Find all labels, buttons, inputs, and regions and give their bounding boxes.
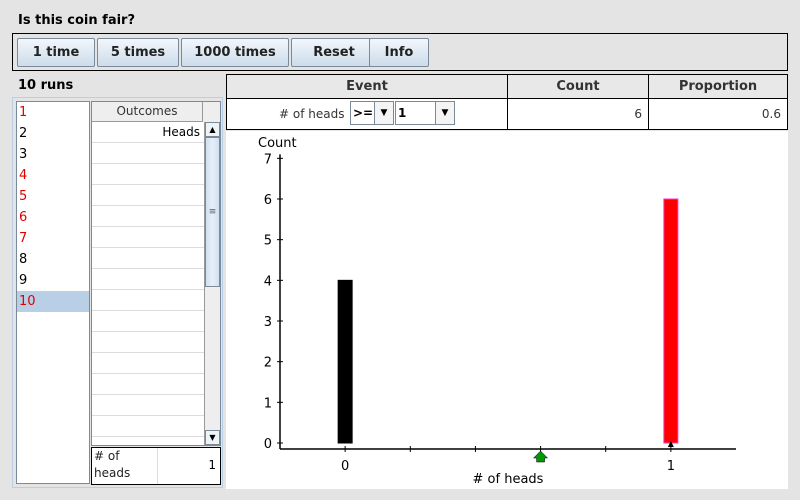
toolbar: 1 time 5 times 1000 times Reset Info — [12, 33, 788, 71]
grip-icon: ≡ — [208, 207, 217, 217]
run-item[interactable]: 9 — [17, 270, 89, 291]
arrow-down-icon: ▼ — [209, 433, 216, 442]
outcome-row — [92, 269, 204, 290]
run-item[interactable]: 3 — [17, 144, 89, 165]
run-item[interactable]: 10 — [17, 291, 89, 312]
histogram-bar — [337, 279, 353, 444]
outcome-row — [92, 248, 204, 269]
run-5-times-button[interactable]: 5 times — [97, 38, 179, 67]
operator-value: >= — [353, 106, 374, 120]
summary-value: 1 — [208, 458, 216, 472]
run-1000-times-button[interactable]: 1000 times — [181, 38, 289, 67]
operator-select[interactable]: >= ▼ — [350, 101, 394, 125]
threshold-select[interactable]: 1 ▼ — [395, 101, 455, 125]
runs-count-label: 10 runs — [18, 78, 74, 93]
outcome-row — [92, 332, 204, 353]
run-item[interactable]: 5 — [17, 186, 89, 207]
outcome-row — [92, 290, 204, 311]
x-tick-label: 1 — [667, 459, 675, 474]
proportion-value: 0.6 — [761, 107, 781, 121]
mean-marker-icon — [532, 450, 549, 463]
y-tick-label: 5 — [264, 234, 272, 249]
outcome-row — [92, 206, 204, 227]
chart-svg: Count # of heads 0 1 2 3 4 5 6 7 0 1 — [258, 136, 736, 487]
run-1-time-button[interactable]: 1 time — [17, 38, 95, 67]
outcome-row — [92, 374, 204, 395]
threshold-value: 1 — [398, 106, 407, 120]
outcome-row — [92, 416, 204, 437]
header-corner — [203, 102, 220, 122]
outcome-row — [92, 164, 204, 185]
scrollbar-thumb[interactable]: ≡ — [205, 137, 220, 287]
run-item[interactable]: 4 — [17, 165, 89, 186]
y-tick-label: 3 — [264, 315, 272, 330]
chevron-down-icon[interactable]: ▼ — [374, 102, 393, 124]
outcome-row — [92, 395, 204, 416]
run-item[interactable]: 7 — [17, 228, 89, 249]
reset-button[interactable]: Reset — [291, 38, 377, 67]
outcome-row — [92, 437, 204, 445]
arrow-up-icon: ▲ — [209, 125, 216, 134]
runs-list[interactable]: 1 2 3 4 5 6 7 8 9 10 — [16, 101, 90, 484]
summary-label: # of heads — [94, 448, 158, 484]
outcome-row: Heads — [92, 122, 204, 143]
outcome-row — [92, 353, 204, 374]
histogram-bar — [663, 198, 679, 444]
run-item[interactable]: 2 — [17, 123, 89, 144]
summary-table: # of heads 1 — [91, 447, 221, 485]
y-tick-label: 1 — [264, 396, 272, 411]
scroll-down-button[interactable]: ▼ — [205, 430, 220, 445]
run-item[interactable]: 1 — [17, 102, 89, 123]
outcome-row — [92, 185, 204, 206]
event-label: # of heads — [279, 107, 345, 121]
y-tick-label: 0 — [264, 437, 272, 452]
chevron-down-icon[interactable]: ▼ — [435, 102, 454, 124]
outcomes-scrollbar[interactable]: ▲ ≡ ▼ — [204, 122, 220, 445]
outcomes-header[interactable]: Outcomes — [92, 102, 203, 122]
outcome-row — [92, 311, 204, 332]
window-title: Is this coin fair? — [18, 13, 135, 28]
y-tick-label: 4 — [264, 274, 272, 289]
y-tick-label: 2 — [264, 356, 272, 371]
scroll-up-button[interactable]: ▲ — [205, 122, 220, 137]
runs-panel: 1 2 3 4 5 6 7 8 9 10 Outcomes Heads ▲ ≡ ▼ # of he… — [12, 97, 223, 488]
y-axis-label: Count — [258, 136, 297, 151]
info-button[interactable]: Info — [369, 38, 429, 67]
run-item[interactable]: 6 — [17, 207, 89, 228]
histogram-chart: Count # of heads 0 1 2 3 4 5 6 7 0 1 — [226, 131, 788, 489]
x-tick-label: 0 — [341, 459, 349, 474]
x-axis-label: # of heads — [473, 472, 544, 487]
outcome-rows: Heads — [92, 122, 204, 445]
outcome-row — [92, 143, 204, 164]
count-header: Count — [508, 75, 648, 99]
event-table: Event Count Proportion # of heads >= ▼ 1… — [226, 74, 788, 130]
run-item[interactable]: 8 — [17, 249, 89, 270]
y-tick-label: 6 — [264, 193, 272, 208]
outcomes-table: Outcomes Heads ▲ ≡ ▼ — [91, 101, 221, 446]
count-value: 6 — [634, 107, 642, 121]
outcome-row — [92, 227, 204, 248]
proportion-header: Proportion — [649, 75, 787, 99]
y-tick-label: 7 — [264, 152, 272, 167]
event-header: Event — [227, 75, 507, 99]
